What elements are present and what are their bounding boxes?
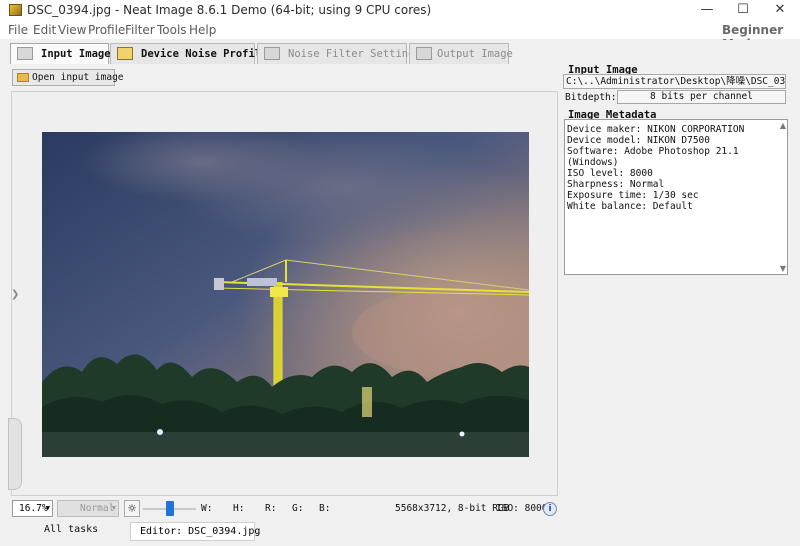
- open-input-image-button[interactable]: Open input image: [12, 69, 124, 86]
- blue-readout: B:: [319, 503, 331, 514]
- side-panel-handle[interactable]: [8, 418, 22, 490]
- image-info: 5568x3712, 8-bit RGB: [395, 503, 510, 514]
- close-button[interactable]: ✕: [763, 0, 797, 20]
- tab-editor-label: Editor: DSC_0394.jpg: [140, 526, 261, 537]
- brightness-icon[interactable]: ☼: [124, 500, 140, 517]
- chevron-down-icon: ▼: [111, 504, 116, 512]
- input-image-preview[interactable]: [42, 122, 572, 457]
- green-readout: G:: [292, 503, 304, 514]
- tab-all-tasks[interactable]: All tasks: [44, 524, 98, 541]
- tab-label: Device Noise Profile: [141, 48, 268, 60]
- brightness-slider-thumb[interactable]: [166, 501, 174, 516]
- iso-readout: ISO: 8000: [496, 503, 548, 514]
- red-readout: R:: [265, 503, 277, 514]
- menu-view[interactable]: View: [58, 23, 86, 37]
- info-icon[interactable]: i: [543, 502, 557, 516]
- menu-tools[interactable]: Tools: [157, 23, 187, 37]
- menu-help[interactable]: Help: [189, 23, 216, 37]
- filter-settings-icon: [264, 47, 280, 60]
- expand-arrow-icon[interactable]: ❯: [11, 289, 21, 303]
- scroll-up-icon[interactable]: ▲: [780, 121, 786, 130]
- zoom-select[interactable]: 16.7% ▼: [12, 500, 53, 517]
- input-image-icon: [17, 47, 33, 60]
- metadata-line: Device maker: NIKON CORPORATION: [567, 124, 745, 135]
- menu-filter[interactable]: Filter: [125, 23, 155, 37]
- output-image-icon: [416, 47, 432, 60]
- metadata-line: Software: Adobe Photoshop 21.1 (Windows): [567, 146, 739, 168]
- metadata-textbox[interactable]: Device maker: NIKON CORPORATION Device m…: [564, 119, 788, 275]
- chevron-down-icon: ▼: [45, 504, 50, 512]
- metadata-line: White balance: Default: [567, 201, 693, 212]
- metadata-line: Device model: NIKON D7500: [567, 135, 710, 146]
- tab-label: Output Image: [437, 48, 513, 60]
- maximize-button[interactable]: ☐: [726, 0, 760, 20]
- tab-label: Noise Filter Settings: [288, 48, 421, 60]
- tab-output-image[interactable]: Output Image: [409, 43, 513, 64]
- height-readout: H:: [233, 503, 245, 514]
- view-mode-value: Normal: [80, 503, 115, 514]
- tab-label: Input Image: [41, 48, 111, 60]
- open-button-label: Open input image: [32, 72, 124, 83]
- tab-editor[interactable]: Editor: DSC_0394.jpg: [130, 522, 260, 541]
- metadata-line: Sharpness: Normal: [567, 179, 665, 190]
- input-path-field[interactable]: C:\..\Administrator\Desktop\降噪\DSC_0394.…: [563, 74, 786, 89]
- menu-edit[interactable]: Edit: [33, 23, 56, 37]
- view-mode-select[interactable]: Normal ▼: [57, 500, 119, 517]
- tab-noise-filter-settings[interactable]: Noise Filter Settings: [257, 43, 421, 64]
- menu-file[interactable]: File: [8, 23, 28, 37]
- bottom-tab-strip: [0, 521, 800, 546]
- app-icon: [9, 4, 22, 16]
- width-readout: W:: [201, 503, 213, 514]
- night-crane-photo: [42, 122, 572, 457]
- window-title: DSC_0394.jpg - Neat Image 8.6.1 Demo (64…: [27, 3, 432, 17]
- metadata-line: Exposure time: 1/30 sec: [567, 190, 699, 201]
- zoom-value: 16.7%: [19, 503, 48, 514]
- folder-icon: [17, 73, 29, 82]
- tab-input-image[interactable]: Input Image: [10, 43, 111, 64]
- bitdepth-value: 8 bits per channel: [617, 90, 786, 104]
- metadata-lines: Device maker: NIKON CORPORATION Device m…: [567, 124, 787, 212]
- menu-profile[interactable]: Profile: [88, 23, 125, 37]
- tab-device-noise-profile[interactable]: Device Noise Profile: [110, 43, 267, 64]
- bitdepth-label: Bitdepth:: [565, 92, 617, 103]
- metadata-line: ISO level: 8000: [567, 168, 653, 179]
- noise-profile-icon: [117, 47, 133, 60]
- minimize-button[interactable]: —: [690, 0, 724, 20]
- scroll-down-icon[interactable]: ▼: [780, 264, 786, 273]
